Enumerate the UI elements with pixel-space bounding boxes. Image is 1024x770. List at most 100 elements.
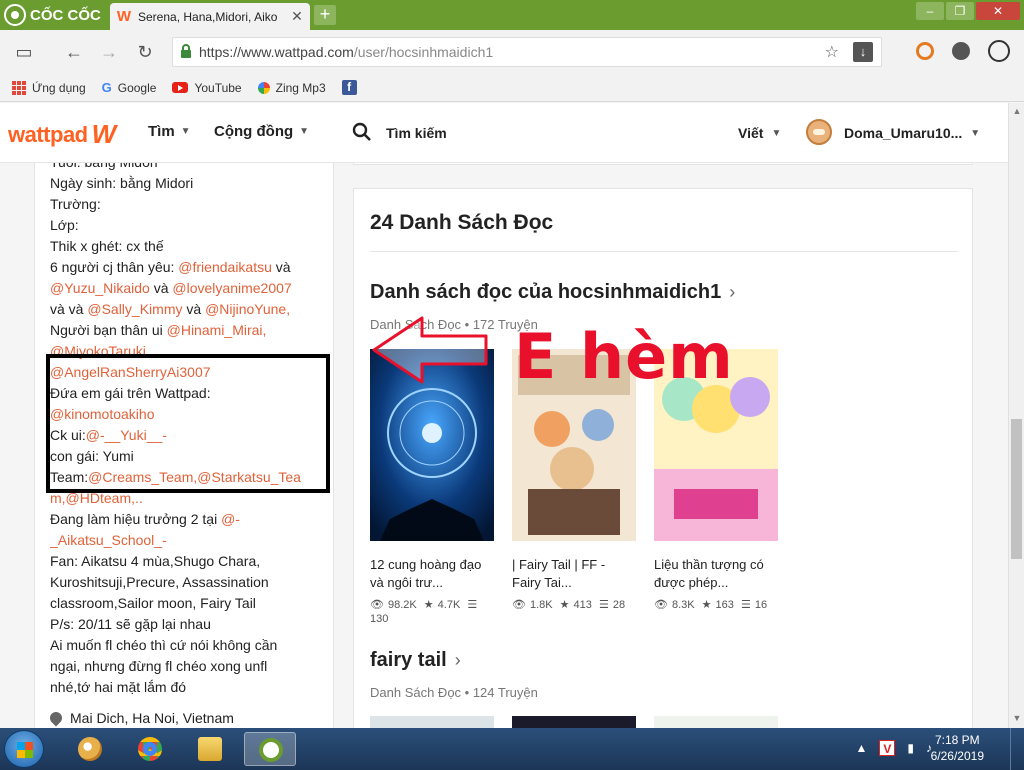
- scroll-thumb[interactable]: [1011, 419, 1022, 559]
- reload-icon[interactable]: ↻: [133, 40, 157, 64]
- user-mention-link[interactable]: @-: [221, 511, 240, 527]
- forward-arrow-icon[interactable]: →: [97, 40, 121, 64]
- user-mention-link[interactable]: @Yuzu_Nikaido: [50, 280, 150, 296]
- coccoc-brand[interactable]: CỐC CỐC: [4, 4, 101, 26]
- about-text-segment: và và: [50, 301, 88, 317]
- close-window-button[interactable]: ✕: [976, 2, 1020, 20]
- maximize-button[interactable]: ❐: [946, 2, 974, 20]
- reading-lists-card: 24 Danh Sách Đọc Danh sách đọc của hocsi…: [353, 188, 973, 728]
- sidebar-toggle-icon[interactable]: ▭: [12, 40, 36, 64]
- search-input[interactable]: Tìm kiếm: [386, 125, 447, 141]
- wattpad-logo[interactable]: wattpad W: [8, 119, 116, 150]
- reading-lists-title: 24 Danh Sách Đọc: [370, 211, 554, 234]
- about-line: _Aikatsu_School_-: [50, 530, 325, 551]
- google-icon: G: [101, 80, 112, 95]
- url-text: https://www.wattpad.com/user/hocsinhmaid…: [199, 44, 494, 60]
- about-line: và và @Sally_Kimmy và @NijinoYune,: [50, 299, 325, 320]
- avatar[interactable]: [806, 119, 832, 145]
- book-card[interactable]: 12 cung hoàng đạo và ngôi trư... 👁 98.2K …: [370, 349, 494, 626]
- about-text-segment: 6 người cj thân yêu:: [50, 259, 179, 275]
- about-text-segment: P/s: 20/11 sẽ gặp lại nhau: [50, 616, 211, 632]
- bookmark-youtube[interactable]: YouTube: [172, 81, 242, 95]
- taskbar-explorer[interactable]: [184, 732, 236, 766]
- reading-list-title-2[interactable]: fairy tail ›: [370, 649, 461, 672]
- wattpad-w-icon: W: [91, 119, 117, 149]
- about-text-segment: và: [149, 280, 173, 296]
- user-mention-link[interactable]: @Sally_Kimmy: [87, 301, 182, 317]
- about-text-segment: Ngày sinh: bằng Midori: [50, 175, 194, 191]
- nav-community[interactable]: Cộng đồng ▼: [214, 123, 309, 140]
- profile-icon[interactable]: [952, 42, 970, 60]
- bookmark-zing[interactable]: Zing Mp3: [257, 81, 326, 95]
- bookmark-star-icon[interactable]: ☆: [825, 42, 839, 62]
- nav-discover[interactable]: Tìm ▼: [148, 123, 191, 140]
- chevron-right-icon: ›: [729, 282, 736, 302]
- book-cover-partial[interactable]: [654, 716, 778, 728]
- about-text-segment: Thik x ghét: cx thế: [50, 238, 164, 254]
- left-arrow-annotation-icon: [372, 316, 488, 384]
- user-mention-link[interactable]: @Hinami_Mirai,: [167, 322, 267, 338]
- coccoc-extension-icon[interactable]: [916, 42, 934, 60]
- about-line: Thik x ghét: cx thế: [50, 236, 325, 257]
- start-button[interactable]: [4, 730, 44, 768]
- bookmark-facebook[interactable]: f: [341, 80, 357, 95]
- back-arrow-icon[interactable]: ←: [62, 40, 86, 64]
- facebook-icon: f: [341, 80, 357, 95]
- new-tab-button[interactable]: +: [314, 5, 336, 25]
- about-line: Ngày sinh: bằng Midori: [50, 173, 325, 194]
- bookmark-apps[interactable]: Ứng dụng: [12, 80, 86, 95]
- minimize-button[interactable]: –: [916, 2, 944, 20]
- scroll-up-icon[interactable]: ▲: [1012, 106, 1022, 116]
- about-text-segment: Lớp:: [50, 217, 79, 233]
- system-tray: ▲ V ▮ ♪: [856, 740, 932, 756]
- tab-close-icon[interactable]: ✕: [290, 8, 304, 25]
- about-line: Trường:: [50, 194, 325, 215]
- scroll-down-icon[interactable]: ▼: [1012, 713, 1022, 723]
- tab-title: Serena, Hana,Midori, Aiko: [138, 9, 278, 24]
- address-bar[interactable]: https://www.wattpad.com/user/hocsinhmaid…: [172, 37, 882, 67]
- user-mention-link[interactable]: @friendaikatsu: [178, 259, 272, 275]
- book-cover-partial[interactable]: [512, 716, 636, 728]
- user-menu[interactable]: Doma_Umaru10... ▼: [844, 125, 980, 141]
- about-line: Đang làm hiệu trưởng 2 tại @-: [50, 509, 325, 530]
- network-icon[interactable]: ▮: [907, 741, 914, 755]
- votes-icon: ★: [701, 599, 712, 611]
- user-mention-link[interactable]: @lovelyanime2007: [172, 280, 291, 296]
- youtube-icon: [172, 82, 189, 93]
- taskbar-chrome[interactable]: [124, 732, 176, 766]
- about-line: nhé,tớ hai mặt lắm đó: [50, 677, 325, 698]
- user-mention-link[interactable]: _Aikatsu_School_-: [50, 532, 167, 548]
- bookmarks-bar: Ứng dụng G Google YouTube Zing Mp3 f: [0, 74, 1024, 102]
- download-icon[interactable]: ↓: [853, 42, 873, 62]
- tray-expand-icon[interactable]: ▲: [856, 741, 868, 755]
- book-cover-partial[interactable]: [370, 716, 494, 728]
- reading-list-meta-2: Danh Sách Đọc • 124 Truyện: [370, 685, 538, 700]
- highlight-box-annotation: [46, 354, 330, 493]
- reading-list-title-1[interactable]: Danh sách đọc của hocsinhmaidich1 ›: [370, 281, 735, 304]
- about-text-segment: classroom,Sailor moon, Fairy Tail: [50, 595, 256, 611]
- about-text-segment: và: [182, 301, 206, 317]
- windows-taskbar: ▲ V ▮ ♪ 7:18 PM 6/26/2019: [0, 728, 1024, 770]
- caret-down-icon: ▼: [180, 126, 191, 137]
- window-controls: – ❐ ✕: [916, 2, 1020, 20]
- taskbar-coccoc[interactable]: [244, 732, 296, 766]
- parts-icon: ☰: [740, 599, 751, 611]
- vietkey-icon[interactable]: V: [879, 740, 896, 756]
- browser-tab[interactable]: W Serena, Hana,Midori, Aiko ✕: [110, 3, 310, 30]
- location: Mai Dich, Ha Noi, Vietnam: [47, 709, 234, 727]
- wattpad-header: wattpad W Tìm ▼ Cộng đồng ▼ Tìm kiếm Viết ▼…: [0, 103, 1008, 163]
- clock[interactable]: 7:18 PM 6/26/2019: [931, 732, 984, 764]
- menu-circle-icon[interactable]: [988, 40, 1010, 62]
- coccoc-logo-icon: [4, 4, 26, 26]
- bookmark-google[interactable]: G Google: [102, 80, 157, 95]
- search-icon[interactable]: [352, 122, 372, 142]
- user-mention-link[interactable]: @NijinoYune,: [205, 301, 290, 317]
- about-text-segment: Trường:: [50, 196, 101, 212]
- write-menu[interactable]: Viết ▼: [738, 125, 781, 141]
- taskbar-paint[interactable]: [64, 732, 116, 766]
- page-scrollbar[interactable]: ▲ ▼: [1008, 103, 1024, 728]
- show-desktop-button[interactable]: [1010, 728, 1024, 770]
- about-text-segment: ngại, nhưng đừng fl chéo xong unfl: [50, 658, 268, 674]
- about-line: ngại, nhưng đừng fl chéo xong unfl: [50, 656, 325, 677]
- about-text-segment: Ai muốn fl chéo thì cứ nói không cần: [50, 637, 278, 653]
